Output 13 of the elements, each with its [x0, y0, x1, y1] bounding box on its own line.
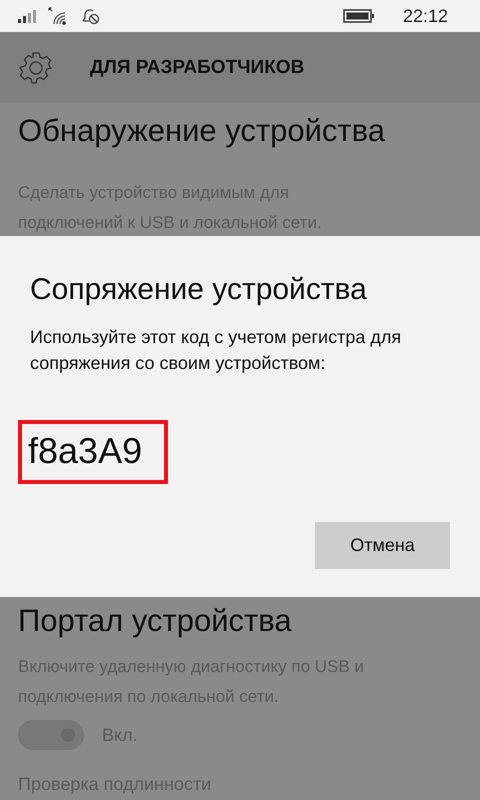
- section-title: Портал устройства: [18, 602, 293, 640]
- pairing-code: f8a3A9: [28, 430, 142, 471]
- toggle-switch[interactable]: [18, 720, 84, 750]
- dialog-title: Сопряжение устройства: [30, 272, 368, 308]
- status-time: 22:12: [402, 6, 448, 26]
- settings-icon: [18, 50, 54, 86]
- quiet-hours-icon: [80, 7, 100, 25]
- page-title: ДЛЯ РАЗРАБОТЧИКОВ: [90, 56, 304, 78]
- cancel-button[interactable]: Отмена: [315, 522, 450, 569]
- section-title: Обнаружение устройства: [18, 112, 386, 150]
- signal-icon: [18, 9, 38, 23]
- dialog-message: Используйте этот код с учетом регистра для сопряжения со своим устройством:: [30, 326, 402, 375]
- battery-icon: [342, 9, 375, 23]
